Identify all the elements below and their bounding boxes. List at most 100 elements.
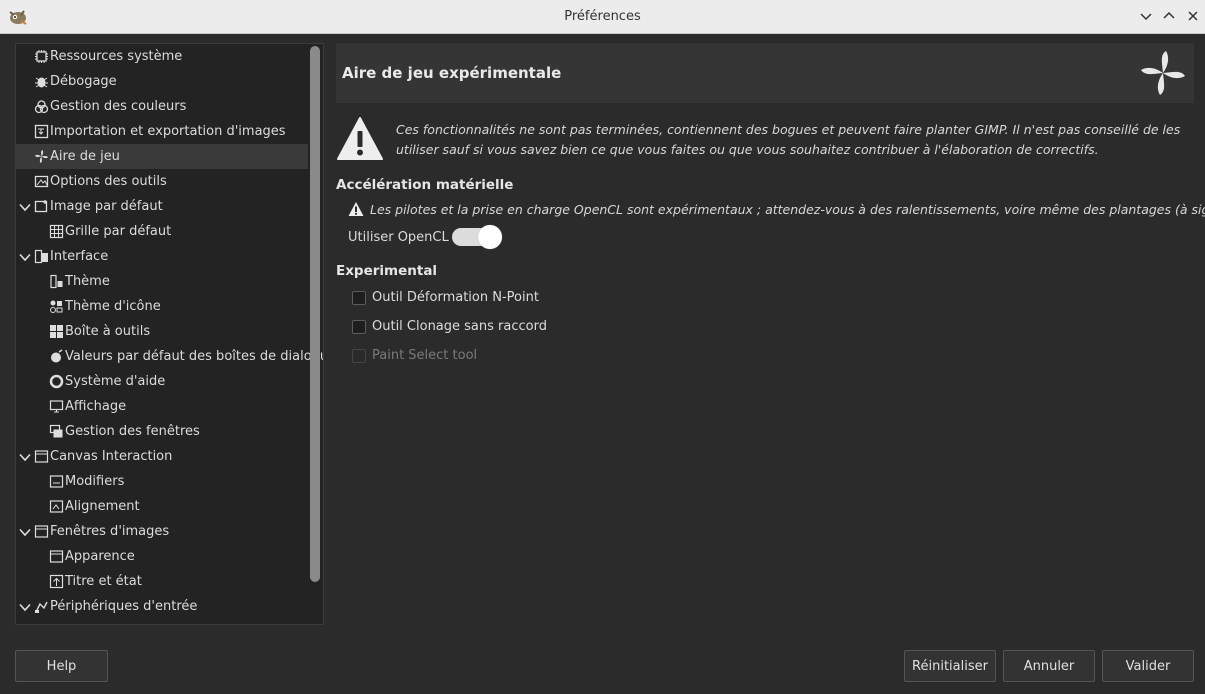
sidebar-item-import-export[interactable]: Importation et exportation d'images	[16, 119, 308, 144]
sidebar-item-alignment[interactable]: Alignement	[16, 494, 308, 519]
sidebar-item-title-status[interactable]: Titre et état	[16, 569, 308, 594]
alignment-icon	[49, 500, 64, 513]
sidebar-item-theme[interactable]: Thème	[16, 269, 308, 294]
chip-icon	[35, 50, 48, 63]
experimental-title: Experimental	[336, 263, 438, 279]
sidebar-item-color[interactable]: Gestion des couleurs	[16, 94, 308, 119]
title-bar: Préférences	[0, 0, 1205, 34]
sidebar-item-label: Aire de jeu	[50, 149, 120, 164]
minimize-button[interactable]	[1137, 7, 1155, 25]
warning-icon	[348, 202, 364, 216]
image-windows-icon	[34, 525, 49, 538]
chevron-down-icon[interactable]	[18, 450, 32, 464]
interface-icon	[34, 249, 48, 264]
sidebar-item-label: Image par défaut	[50, 199, 163, 214]
sidebar-item-modifiers[interactable]: Modifiers	[16, 469, 308, 494]
sidebar-item-label: Thème d'icône	[65, 299, 161, 314]
chevron-down-icon[interactable]	[18, 600, 32, 614]
page-title: Aire de jeu expérimentale	[342, 64, 562, 82]
pinwheel-icon	[35, 150, 48, 163]
checkbox-box	[352, 349, 366, 363]
sidebar-item-toolbox[interactable]: Boîte à outils	[16, 319, 308, 344]
sidebar-item-label: Titre et état	[65, 574, 142, 589]
sidebar-item-pinwheel[interactable]: Aire de jeu	[16, 144, 308, 169]
checkbox-box[interactable]	[352, 320, 366, 334]
title-status-icon	[49, 574, 64, 589]
sidebar-item-tool-options[interactable]: Options des outils	[16, 169, 308, 194]
import-export-icon	[34, 124, 49, 139]
color-icon	[34, 100, 49, 114]
hw-acceleration-title: Accélération matérielle	[336, 177, 514, 193]
close-icon	[1188, 11, 1198, 21]
chevron-down-icon[interactable]	[18, 525, 32, 539]
bug-icon	[35, 77, 48, 88]
opencl-label: Utiliser OpenCL	[348, 230, 449, 245]
ok-button[interactable]: Valider	[1102, 650, 1194, 682]
sidebar-item-label: Canvas Interaction	[50, 449, 173, 464]
sidebar-item-grid[interactable]: Grille par défaut	[16, 219, 308, 244]
sidebar-item-label: Valeurs par défaut des boîtes de dialogu…	[65, 349, 324, 364]
sidebar-item-image-windows[interactable]: Fenêtres d'images	[16, 519, 308, 544]
sidebar-item-interface[interactable]: Interface	[16, 244, 308, 269]
checkbox-label: Outil Déformation N-Point	[372, 290, 539, 305]
pinwheel-icon	[1141, 51, 1185, 95]
sidebar-item-label: Boîte à outils	[65, 324, 151, 339]
chevron-down-icon[interactable]	[18, 200, 32, 214]
dialog-defaults-icon	[51, 349, 63, 363]
checkbox-label: Outil Clonage sans raccord	[372, 319, 547, 334]
input-devices-icon	[35, 601, 48, 613]
cancel-button[interactable]: Annuler	[1003, 650, 1095, 682]
sidebar-item-canvas[interactable]: Canvas Interaction	[16, 444, 308, 469]
icon-theme-icon	[50, 300, 63, 313]
chevron-up-icon	[1163, 11, 1175, 19]
sidebar-item-label: Thème	[65, 274, 110, 289]
sidebar-item-label: Gestion des fenêtres	[65, 424, 200, 439]
grid-icon	[49, 224, 64, 239]
scrollbar-thumb[interactable]	[310, 46, 320, 582]
sidebar-item-label: Importation et exportation d'images	[50, 124, 286, 139]
sidebar-item-label: Ressources système	[50, 49, 183, 64]
sidebar-item-icon-theme[interactable]: Thème d'icône	[16, 294, 308, 319]
sidebar-item-windows[interactable]: Gestion des fenêtres	[16, 419, 308, 444]
page-header: Aire de jeu expérimentale	[336, 43, 1194, 103]
checkbox-label: Paint Select tool	[372, 348, 478, 363]
sidebar-item-label: Gestion des couleurs	[50, 99, 187, 114]
checkbox-box[interactable]	[352, 291, 366, 305]
sidebar-item-label: Débogage	[50, 74, 117, 89]
sidebar-item-label: Alignement	[65, 499, 140, 514]
preferences-tree[interactable]: Ressources système Débogage Gestion des co…	[15, 43, 324, 625]
toggle-knob	[478, 225, 502, 249]
sidebar-item-dialog-defaults[interactable]: Valeurs par défaut des boîtes de dialogu…	[16, 344, 323, 369]
opencl-warning-text: Les pilotes et la prise en charge OpenCL…	[370, 202, 1205, 217]
window-title: Préférences	[564, 9, 641, 24]
sidebar-item-label: Apparence	[65, 549, 135, 564]
sidebar-item-label: Options des outils	[50, 174, 167, 189]
sidebar-item-chip[interactable]: Ressources système	[16, 44, 308, 69]
sidebar-item-bug[interactable]: Débogage	[16, 69, 308, 94]
help-icon	[49, 374, 64, 389]
tool-options-icon	[34, 175, 49, 188]
sidebar-item-display[interactable]: Affichage	[16, 394, 308, 419]
experimental-warning-text: Ces fonctionnalités ne sont pas terminée…	[396, 122, 1181, 157]
modifiers-icon	[49, 475, 64, 488]
canvas-icon	[34, 450, 49, 463]
sidebar-item-help[interactable]: Système d'aide	[16, 369, 308, 394]
maximize-button[interactable]	[1160, 7, 1178, 25]
help-button[interactable]: Help	[15, 650, 108, 682]
close-button[interactable]	[1184, 7, 1202, 25]
reset-button[interactable]: Réinitialiser	[904, 650, 996, 682]
sidebar-item-label: Interface	[50, 249, 109, 264]
sidebar-item-label: Grille par défaut	[65, 224, 172, 239]
toolbox-icon	[50, 325, 63, 338]
sidebar-item-label: Modifiers	[65, 474, 125, 489]
opencl-toggle[interactable]	[452, 225, 502, 249]
chevron-down-icon[interactable]	[18, 250, 32, 264]
sidebar-item-image[interactable]: Image par défaut	[16, 194, 308, 219]
sidebar-item-label: Affichage	[65, 399, 127, 414]
appearance-icon	[49, 550, 64, 563]
sidebar-item-appearance[interactable]: Apparence	[16, 544, 308, 569]
sidebar-item-label: Périphériques d'entrée	[50, 599, 198, 614]
sidebar-item-input-devices[interactable]: Périphériques d'entrée	[16, 594, 308, 619]
warning-icon	[337, 117, 383, 160]
chevron-down-icon	[1140, 13, 1152, 21]
